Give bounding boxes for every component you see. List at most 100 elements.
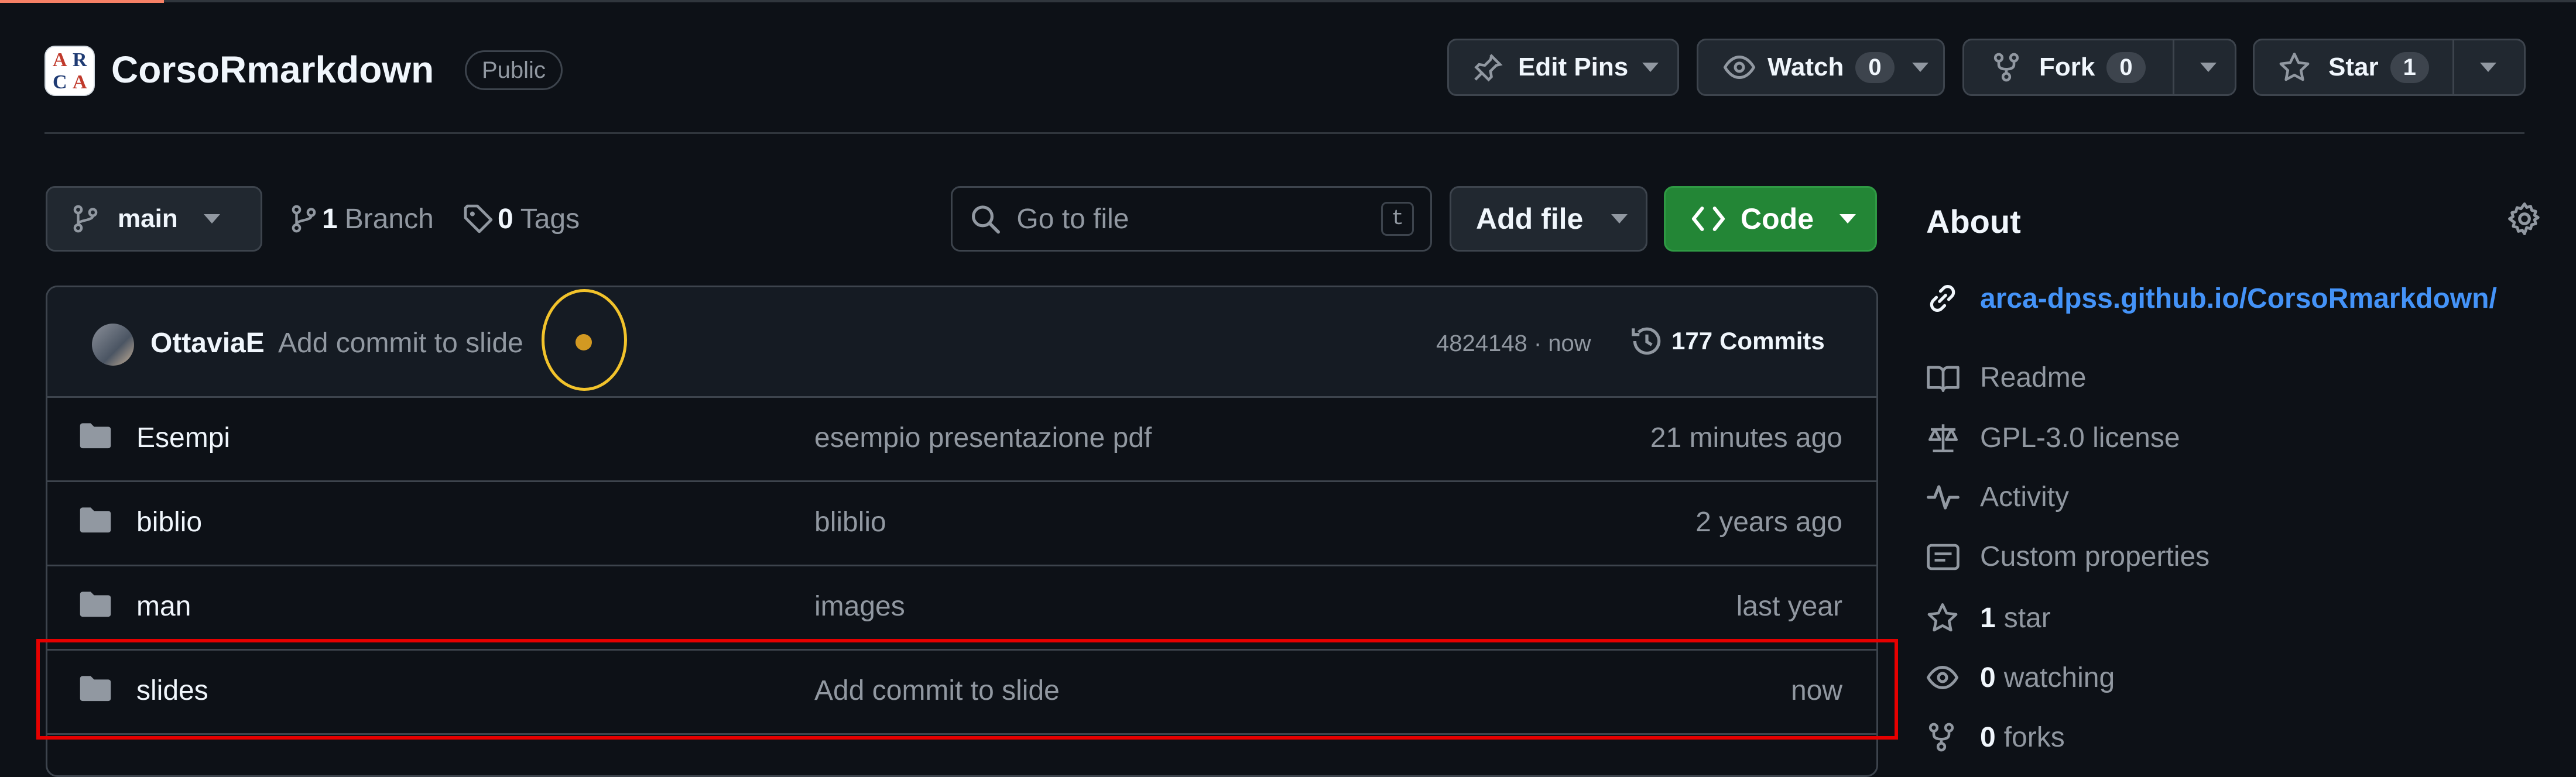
tags-count: 0 [498, 203, 513, 235]
custom-properties-link[interactable]: Custom properties [1926, 541, 2210, 573]
visibility-badge: Public [465, 50, 563, 90]
gear-icon[interactable] [2507, 201, 2542, 236]
star-icon [1927, 603, 1958, 632]
star-options-chevron-icon[interactable] [2479, 63, 2496, 72]
chevron-down-icon [1642, 63, 1659, 72]
logo-letter-r: R [73, 49, 87, 71]
fork-button-group[interactable]: Fork 0 [1962, 39, 2236, 96]
commit-hash-time[interactable]: 4824148 · now [1436, 331, 1591, 357]
table-row[interactable]: biblio bliblio 2 years ago [47, 480, 1876, 566]
code-button[interactable]: Code [1664, 186, 1877, 252]
star-icon [2279, 52, 2310, 81]
fork-icon [1928, 723, 1954, 752]
annotation-highlight-box [36, 639, 1898, 740]
forks-label: forks [2003, 721, 2065, 753]
stars-label: star [2003, 602, 2051, 634]
go-to-file-search[interactable]: t [951, 186, 1432, 252]
license-link[interactable]: GPL-3.0 license [1926, 421, 2180, 454]
folder-icon [80, 592, 111, 617]
star-button-group[interactable]: Star 1 [2253, 39, 2526, 96]
chevron-down-icon [1912, 63, 1928, 72]
tags-link[interactable]: 0 Tags [463, 202, 580, 235]
pin-icon [1474, 54, 1503, 82]
star-label: Star [2328, 53, 2379, 81]
author-avatar[interactable] [92, 324, 134, 366]
logo-letter-c: C [53, 71, 67, 93]
repo-name-link[interactable]: CorsoRmarkdown [111, 48, 434, 91]
branches-link[interactable]: 1 Branch [289, 202, 434, 235]
file-name-link[interactable]: Esempi [136, 422, 230, 454]
readme-label: Readme [1980, 362, 2087, 393]
file-commit-message-link[interactable]: images [814, 590, 905, 623]
license-label: GPL-3.0 license [1980, 422, 2180, 453]
branch-icon [292, 205, 316, 233]
table-row[interactable]: Esempi esempio presentazione pdf 21 minu… [47, 396, 1876, 482]
file-commit-message-link[interactable]: esempio presentazione pdf [814, 422, 1152, 454]
eye-icon [1723, 56, 1756, 79]
fork-options-chevron-icon[interactable] [2200, 63, 2217, 72]
stars-count: 1 [1980, 602, 1996, 634]
edit-pins-label: Edit Pins [1518, 53, 1629, 81]
about-heading: About [1926, 203, 2021, 240]
watching-label: watching [2003, 662, 2115, 693]
eye-icon [1926, 666, 1959, 689]
activity-label: Activity [1980, 482, 2070, 513]
readme-link[interactable]: Readme [1926, 362, 2086, 394]
custom-properties-label: Custom properties [1980, 541, 2210, 572]
file-name-link[interactable]: biblio [136, 506, 202, 538]
logo-letter-a2: A [73, 71, 87, 93]
file-commit-message-link[interactable]: bliblio [814, 506, 886, 538]
edit-pins-button[interactable]: Edit Pins [1447, 39, 1679, 96]
fork-label: Fork [2039, 53, 2095, 81]
star-count: 1 [2390, 51, 2429, 83]
watch-button[interactable]: Watch 0 [1697, 39, 1945, 96]
forks-count: 0 [1980, 721, 1996, 753]
branch-icon [73, 205, 98, 233]
chevron-down-icon [1839, 214, 1856, 224]
button-divider [2452, 40, 2454, 94]
watchers-link[interactable]: 0 watching [1926, 661, 2115, 694]
watching-count: 0 [1980, 662, 1996, 693]
folder-icon [80, 423, 111, 449]
code-label: Code [1741, 202, 1814, 235]
note-icon [1927, 544, 1960, 570]
homepage-link[interactable]: arca-dpss.github.io/CorsoRmarkdown/ [1980, 283, 2497, 315]
current-branch-label: main [118, 204, 178, 233]
stars-link[interactable]: 1 star [1926, 601, 2051, 634]
commit-author[interactable]: OttaviaE [150, 327, 265, 359]
keyboard-shortcut-hint: t [1381, 202, 1414, 236]
latest-commit-bar: OttaviaE Add commit to slide 4824148 · n… [47, 287, 1876, 398]
commits-count: 177 [1671, 327, 1713, 355]
commit-message-link[interactable]: Add commit to slide [278, 327, 523, 359]
file-name-link[interactable]: man [136, 590, 191, 623]
watch-label: Watch [1767, 53, 1844, 81]
fork-icon [1993, 53, 2019, 82]
book-icon [1927, 366, 1960, 392]
commits-label: Commits [1719, 327, 1825, 355]
commits-history-link[interactable]: 177 Commits [1629, 324, 1825, 359]
table-row[interactable]: man images last year [47, 565, 1876, 651]
button-divider [2172, 40, 2174, 94]
repo-owner-avatar[interactable]: A R C A [44, 46, 95, 96]
add-file-button[interactable]: Add file [1450, 186, 1647, 252]
search-icon [972, 205, 1000, 234]
top-progress-accent [0, 0, 164, 3]
homepage-link-row[interactable]: arca-dpss.github.io/CorsoRmarkdown/ [1926, 282, 2497, 315]
tag-icon [464, 204, 493, 233]
branch-selector-button[interactable]: main [46, 186, 262, 252]
go-to-file-input[interactable] [1015, 202, 1382, 236]
chevron-down-icon [1611, 214, 1628, 224]
chevron-down-icon [203, 214, 220, 224]
add-file-label: Add file [1476, 202, 1584, 235]
activity-link[interactable]: Activity [1926, 481, 2069, 513]
tags-label: Tags [520, 203, 580, 235]
code-icon [1691, 207, 1725, 231]
fork-count: 0 [2106, 51, 2146, 83]
logo-letter-a: A [53, 49, 67, 71]
pulse-icon [1927, 484, 1960, 510]
commit-status-dot[interactable] [576, 334, 592, 350]
top-border [0, 0, 2576, 2]
folder-icon [80, 507, 111, 533]
branches-label: Branch [344, 203, 434, 235]
forks-link[interactable]: 0 forks [1926, 721, 2065, 754]
